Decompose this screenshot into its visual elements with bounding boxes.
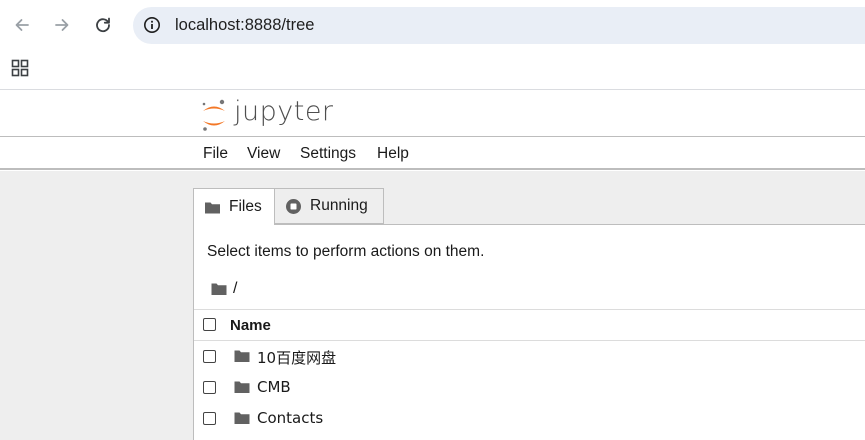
item-name[interactable]: CMB [257, 378, 291, 396]
menu-help[interactable]: Help [377, 145, 409, 163]
stop-circle-icon [286, 198, 301, 214]
bookmarks-bar [0, 50, 865, 90]
list-item[interactable]: Contacts [194, 403, 865, 434]
tab-files-label: Files [229, 198, 262, 215]
item-name[interactable]: 10百度网盘 [257, 347, 336, 368]
menubar: File View Settings Help [0, 138, 865, 170]
jupyter-header: jupyter [0, 91, 865, 137]
item-name[interactable]: Contacts [257, 409, 323, 427]
jupyter-logo[interactable]: jupyter [200, 96, 333, 132]
folder-icon [234, 350, 250, 362]
reload-button[interactable] [90, 12, 116, 38]
list-item[interactable]: CMB [194, 372, 865, 403]
info-icon[interactable] [143, 16, 161, 34]
browser-toolbar: localhost:8888/tree [0, 0, 865, 50]
item-checkbox[interactable] [203, 412, 216, 425]
address-bar[interactable]: localhost:8888/tree [133, 7, 865, 44]
breadcrumb: / [211, 279, 237, 299]
forward-button[interactable] [49, 12, 75, 38]
arrow-right-icon [55, 19, 69, 31]
item-checkbox[interactable] [203, 381, 216, 394]
arrow-left-icon [15, 19, 29, 31]
selection-hint: Select items to perform actions on them. [207, 243, 485, 260]
reload-icon [96, 17, 110, 33]
breadcrumb-root[interactable]: / [233, 280, 237, 298]
select-all-checkbox[interactable] [203, 318, 216, 331]
menu-file[interactable]: File [203, 145, 228, 163]
tab-running[interactable]: Running [275, 188, 384, 224]
file-browser-panel: Select items to perform actions on them.… [193, 224, 865, 440]
item-checkbox[interactable] [203, 350, 216, 363]
jupyter-logo-text: jupyter [234, 96, 334, 127]
tab-running-label: Running [310, 197, 368, 214]
menu-settings[interactable]: Settings [300, 145, 356, 163]
jupyter-logo-icon [202, 99, 225, 131]
menu-view[interactable]: View [247, 145, 280, 163]
list-header: Name [194, 309, 865, 341]
folder-icon [205, 202, 220, 213]
url-text[interactable]: localhost:8888/tree [175, 16, 314, 35]
name-column-header[interactable]: Name [230, 317, 271, 334]
list-item[interactable]: 10百度网盘 [194, 341, 865, 372]
folder-icon [234, 412, 250, 424]
back-button[interactable] [9, 12, 35, 38]
tab-files[interactable]: Files [193, 188, 275, 225]
apps-grid-icon[interactable] [11, 59, 29, 77]
folder-icon [234, 381, 250, 393]
folder-icon[interactable] [211, 282, 227, 296]
